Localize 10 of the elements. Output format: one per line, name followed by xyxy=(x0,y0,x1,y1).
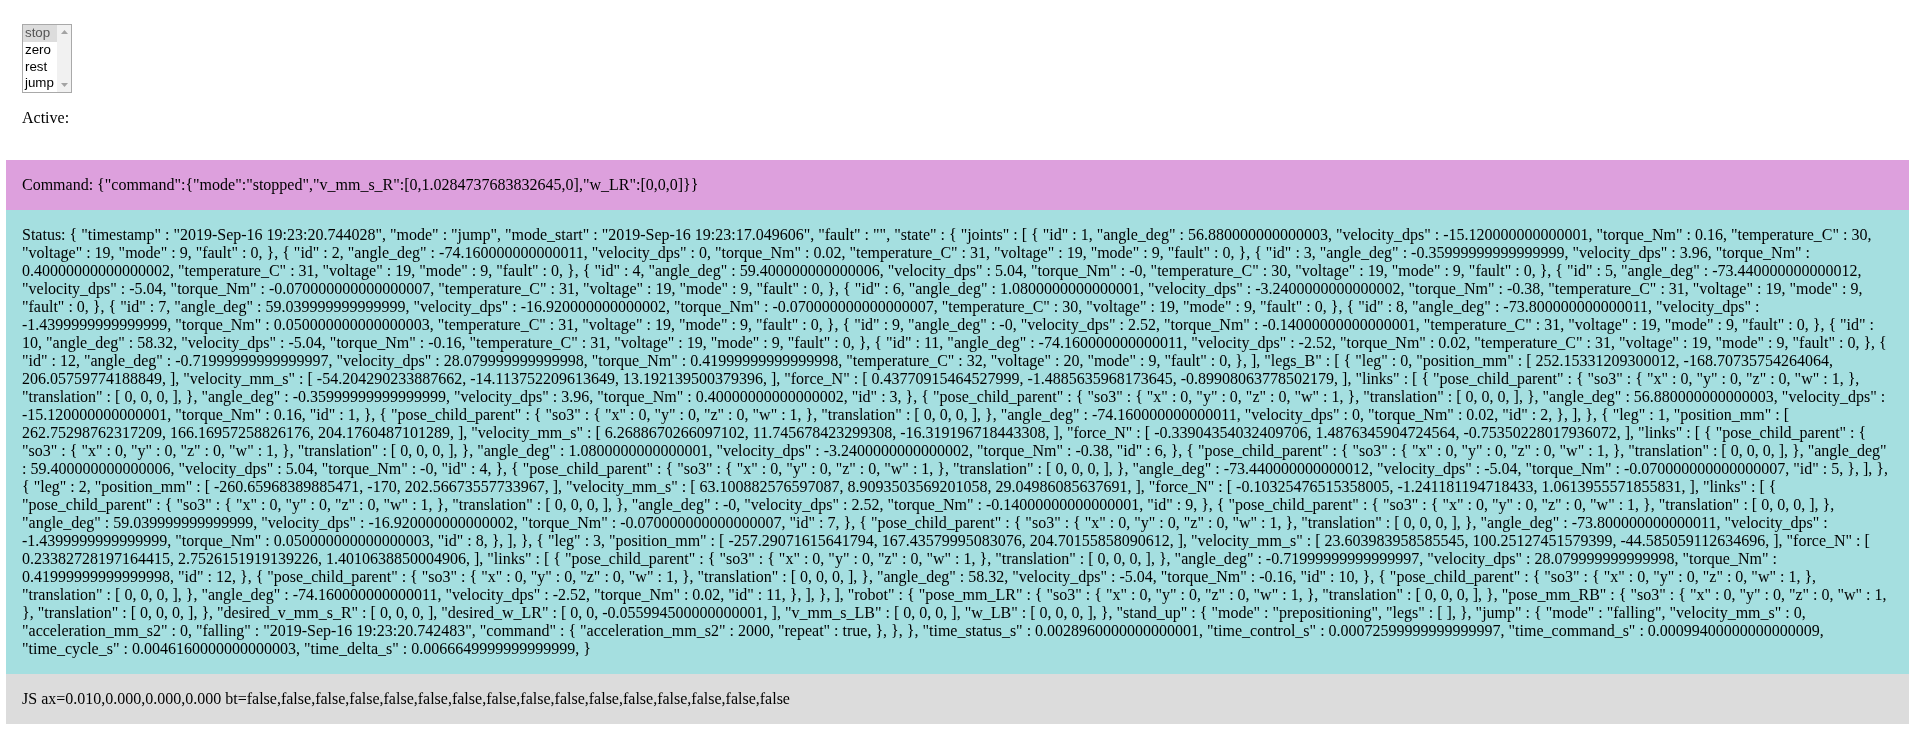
caret-down-icon[interactable] xyxy=(60,83,68,87)
caret-up-icon[interactable] xyxy=(60,30,68,34)
listbox-option[interactable]: stop xyxy=(23,25,57,42)
listbox-option[interactable]: jump xyxy=(23,75,57,92)
listbox-scrollbar[interactable] xyxy=(57,25,71,92)
status-text: Status: { "timestamp" : "2019-Sep-16 19:23:20.744028", "mode" : "jump", "mode_start" : "2019-Sep-16 19:23:17.049606", "fault" : "", "state" : { "joints" : [ { "id" : 1, "angle_deg" : 56.880000000000003, "velocity_dps" : -15.120000000000001, "torque_Nm" : 0.16, "temperature_C" : 30, "voltage" : 19, "mode" : 9, "fault" : 0, }, { "id" : 2, "angle_deg" : -74.160000000000011, "velocity_dps" : 0, "torque_Nm" : 0.02, "temperature_C" : 31, "voltage" : 19, "mode" : 9, "fault" : 0, }, { "id" : 3, "angle_deg" : -0.35999999999999999, "velocity_dps" : 3.96, "torque_Nm" : 0.40000000000000002, "temperature_C" : 31, "voltage" : 19, "mode" : 9, "fault" : 0, }, { "id" : 4, "angle_deg" : 59.400000000000006, "velocity_dps" : 5.04, "torque_Nm" : -0, "temperature_C" : 30, "voltage" : 19, "mode" : 9, "fault" : 0, }, { "id" : 5, "angle_deg" : -73.440000000000012, "velocity_dps" : -5.04, "torque_Nm" : -0.070000000000000007, "temperature_C" : 31, "voltage" : 19, "mode" : 9, "fault" : 0, }, { "id" : 6, "angle_deg" : 1.0800000000000001, "velocity_dps" : -3.2400000000000002, "torque_Nm" : -0.38, "temperature_C" : 31, "voltage" : 19, "mode" : 9, "fault" : 0, }, { "id" : 7, "angle_deg" : 59.039999999999999, "velocity_dps" : -16.920000000000002, "torque_Nm" : -0.070000000000000007, "temperature_C" : 30, "voltage" : 19, "mode" : 9, "fault" : 0, }, { "id" : 8, "angle_deg" : -73.800000000000011, "velocity_dps" : -1.4399999999999999, "torque_Nm" : 0.050000000000000003, "temperature_C" : 31, "voltage" : 19, "mode" : 9, "fault" : 0, }, { "id" : 9, "angle_deg" : -0, "velocity_dps" : 2.52, "torque_Nm" : -0.14000000000000001, "temperature_C" : 31, "voltage" : 19, "mode" : 9, "fault" : 0, }, { "id" : 10, "angle_deg" : 58.32, "velocity_dps" : -5.04, "torque_Nm" : -0.16, "temperature_C" : 31, "voltage" : 19, "mode" : 9, "fault" : 0, }, { "id" : 11, "angle_deg" : -74.160000000000011, "velocity_dps" : -2.52, "torque_Nm" : 0.02, "temperature_C" : 31, "voltage" : 19, "mode" : 9, "fault" : 0, }, { "id" : 12, "angle_deg" : -0.71999999999999997, "velocity_dps" : 28.079999999999998, "torque_Nm" : 0.41999999999999998, "temperature_C" : 32, "voltage" : 20, "mode" : 9, "fault" : 0, }, ], "legs_B" : [ { "leg" : 0, "position_mm" : [ 252.15331209300012, -168.70735754264064, 206.05759774188849, ], "velocity_mm_s" : [ -54.204290233887662, -14.113752209613649, 13.192139500379396, ], "force_N" : [ 0.43770915464527999, -1.4885635968173645, -0.89908063778502179, ], "links" : [ { "pose_child_parent" : { "so3" : { "x" : 0, "y" : 0, "z" : 0, "w" : 1, }, "translation" : [ 0, 0, 0, ], }, "angle_deg" : -0.35999999999999999, "velocity_dps" : 3.96, "torque_Nm" : 0.40000000000000002, "id" : 3, }, { "pose_child_parent" : { "so3" : { "x" : 0, "y" : 0, "z" : 0, "w" : 1, }, "translation" : [ 0, 0, 0, ], }, "angle_deg" : 56.880000000000003, "velocity_dps" : -15.120000000000001, "torque_Nm" : 0.16, "id" : 1, }, { "pose_child_parent" : { "so3" : { "x" : 0, "y" : 0, "z" : 0, "w" : 1, }, "translation" : [ 0, 0, 0, ], }, "angle_deg" : -74.160000000000011, "velocity_dps" : 0, "torque_Nm" : 0.02, "id" : 2, }, ], }, { "leg" : 1, "position_mm" : [ 262.75298762317209, 166.16957258826176, 204.1760487101289, ], "velocity_mm_s" : [ 6.2688670266097102, 11.745678423299308, -16.319196718443308, ], "force_N" : [ -0.33904354032409706, 1.4876345904724564, -0.75350228017936072, ], "links" : [ { "pose_child_parent" : { "so3" : { "x" : 0, "y" : 0, "z" : 0, "w" : 1, }, "translation" : [ 0, 0, 0, ], }, "angle_deg" : 1.0800000000000001, "velocity_dps" : -3.2400000000000002, "torque_Nm" : -0.38, "id" : 6, }, { "pose_child_parent" : { "so3" : { "x" : 0, "y" : 0, "z" : 0, "w" : 1, }, "translation" : [ 0, 0, 0, ], }, "angle_deg" : 59.400000000000006, "velocity_dps" : 5.04, "torque_Nm" : -0, "id" : 4, }, { "pose_child_parent" : { "so3" : { "x" : 0, "y" : 0, "z" : 0, "w" : 1, }, "translation" : [ 0, 0, 0, ], }, "angle_deg" : -73.440000000000012, "velocity_dps" : -5.04, "torque_Nm" : -0.070000000000000007, "id" : 5, }, ], }, { "leg" : 2, "position_mm" : [ -260.65968389885471, -170, 202.56673557733967, ], "velocity_mm_s" : [ 63.100882576597087, 8.9093503569201058, 29.04986085637691, ], "force_N" : [ -0.10325476515358005, -1.241181194718433, 1.0613955571855831, ], "links" : [ { "pose_child_parent" : { "so3" : { "x" : 0, "y" : 0, "z" : 0, "w" : 1, }, "translation" : [ 0, 0, 0, ], }, "angle_deg" : -0, "velocity_dps" : 2.52, "torque_Nm" : -0.14000000000000001, "id" : 9, }, { "pose_child_parent" : { "so3" : { "x" : 0, "y" : 0, "z" : 0, "w" : 1, }, "translation" : [ 0, 0, 0, ], }, "angle_deg" : 59.039999999999999, "velocity_dps" : -16.920000000000002, "torque_Nm" : -0.070000000000000007, "id" : 7, }, { "pose_child_parent" : { "so3" : { "x" : 0, "y" : 0, "z" : 0, "w" : 1, }, "translation" : [ 0, 0, 0, ], }, "angle_deg" : -73.800000000000011, "velocity_dps" : -1.4399999999999999, "torque_Nm" : 0.050000000000000003, "id" : 8, }, ], }, { "leg" : 3, "position_mm" : [ -257.29071615641794, 167.43579995083076, 204.70155858090612, ], "velocity_mm_s" : [ 23.603983958585545, 100.25127451579399, -44.585059112634696, ], "force_N" : [ 0.23382728197164415, 2.7526151919139226, 1.4010638850004906, ], "links" : [ { "pose_child_parent" : { "so3" : { "x" : 0, "y" : 0, "z" : 0, "w" : 1, }, "translation" : [ 0, 0, 0, ], }, "angle_deg" : -0.71999999999999997, "velocity_dps" : 28.079999999999998, "torque_Nm" : 0.41999999999999998, "id" : 12, }, { "pose_child_parent" : { "so3" : { "x" : 0, "y" : 0, "z" : 0, "w" : 1, }, "translation" : [ 0, 0, 0, ], }, "angle_deg" : 58.32, "velocity_dps" : -5.04, "torque_Nm" : -0.16, "id" : 10, }, { "pose_child_parent" : { "so3" : { "x" : 0, "y" : 0, "z" : 0, "w" : 1, }, "translation" : [ 0, 0, 0, ], }, "angle_deg" : -74.160000000000011, "velocity_dps" : -2.52, "torque_Nm" : 0.02, "id" : 11, }, ], }, ], "robot" : { "pose_mm_LR" : { "so3" : { "x" : 0, "y" : 0, "z" : 0, "w" : 1, }, "translation" : [ 0, 0, 0, ], }, "pose_mm_RB" : { "so3" : { "x" : 0, "y" : 0, "z" : 0, "w" : 1, }, "translation" : [ 0, 0, 0, ], }, "desired_v_mm_s_R" : [ 0, 0, 0, ], "desired_w_LR" : [ 0, 0, -0.055994500000000001, ], "v_mm_s_LB" : [ 0, 0, 0, ], "w_LB" : [ 0, 0, 0, ], }, "stand_up" : { "mode" : "prepositioning", "legs" : [ ], }, "jump" : { "mode" : "falling", "velocity_mm_s" : 0, "acceleration_mm_s2" : 0, "falling" : "2019-Sep-16 19:23:20.742483", "command" : { "acceleration_mm_s2" : 2000, "repeat" : true, }, }, }, "time_status_s" : 0.0028960000000000001, "time_control_s" : 0.00072599999999999997, "time_command_s" : 0.00099400000000000009, "time_cycle_s" : 0.0046160000000000003, "time_delta_s" : 0.0066649999999999999, } xyxy=(22,226,1888,657)
mode-listbox[interactable]: stop zero rest jump xyxy=(22,24,72,93)
command-text: Command: {"command":{"mode":"stopped","v_mm_s_R":[0,1.0284737683832645,0],"w_LR":[0,0,0]}} xyxy=(22,176,699,193)
active-label: Active: xyxy=(22,109,70,126)
js-text: JS ax=0.010,0.000,0.000,0.000 bt=false,false,false,false,false,false,false,false,false,false,false,false,false,false,false,false xyxy=(22,690,790,707)
